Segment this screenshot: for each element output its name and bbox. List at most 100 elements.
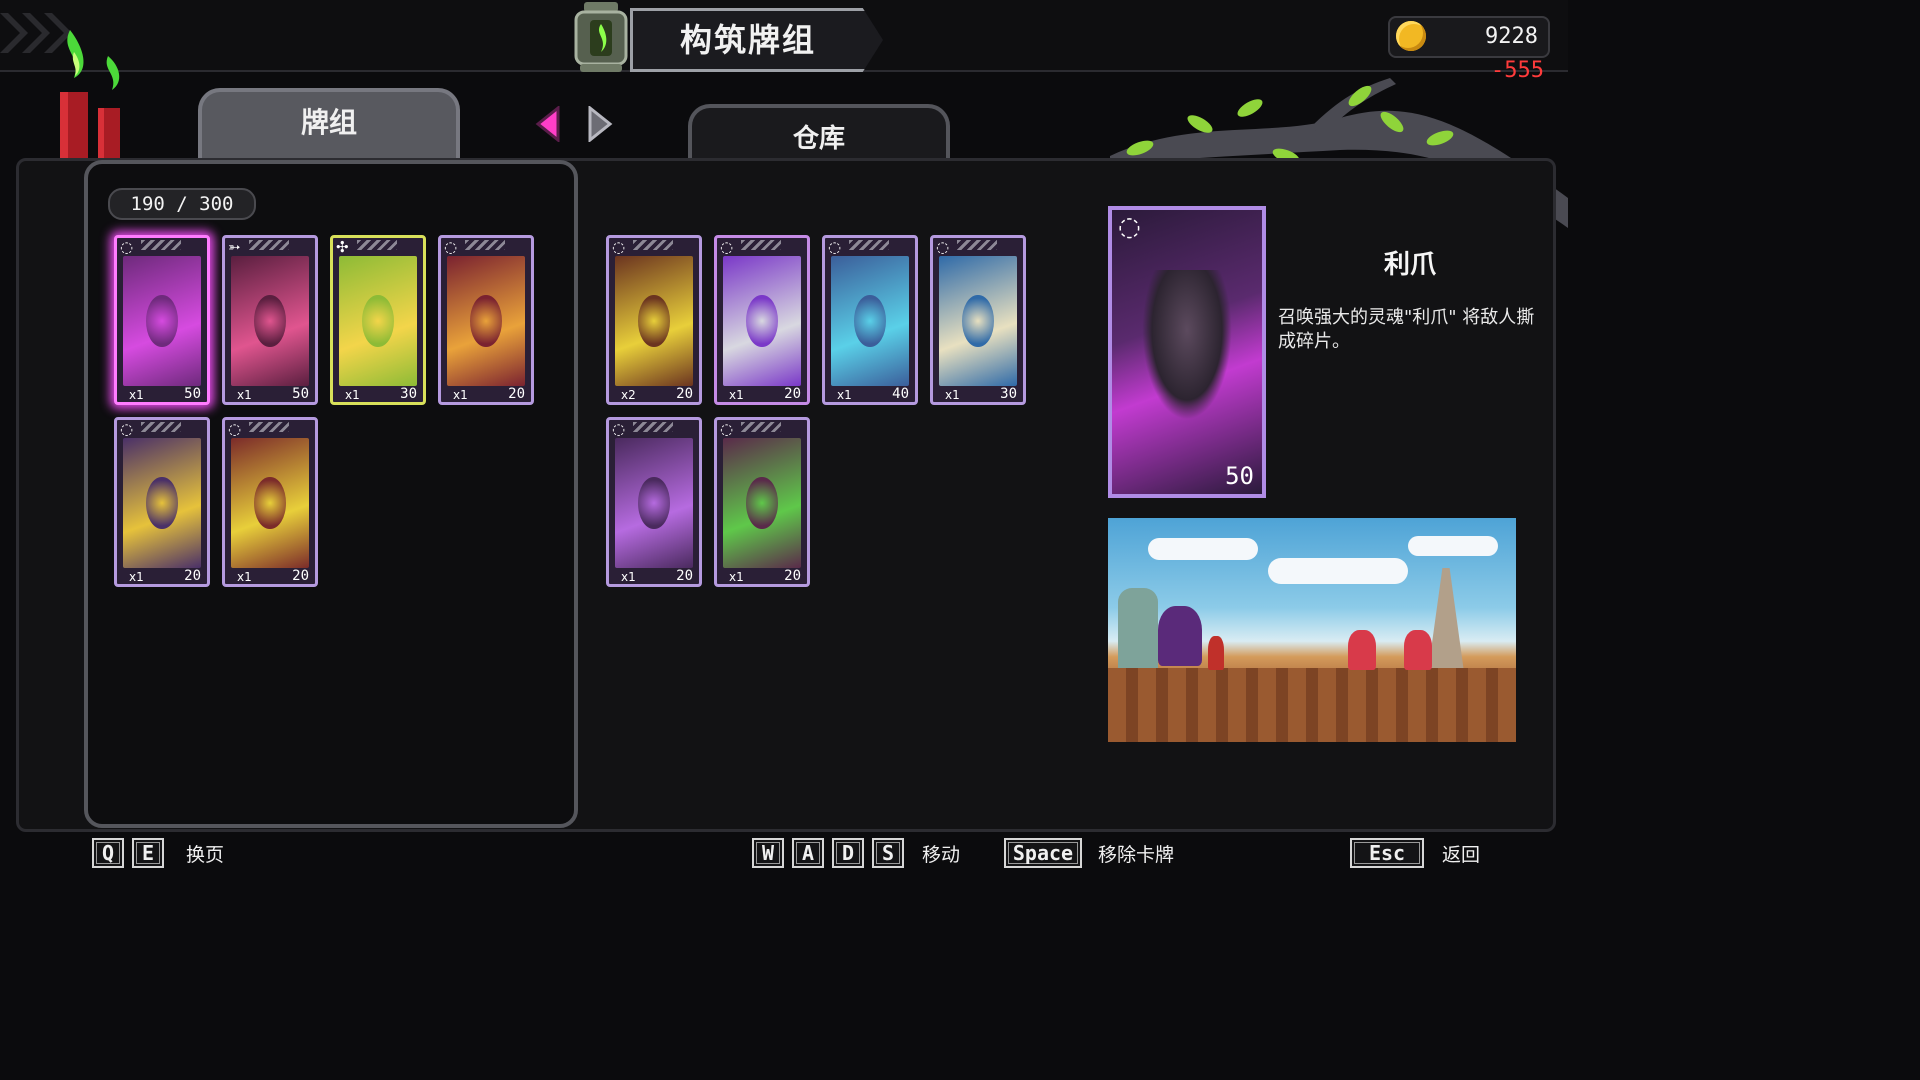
card-stripe xyxy=(357,240,397,250)
key-space[interactable]: Space xyxy=(1004,838,1082,868)
card[interactable]: ✣ x1 30 xyxy=(330,235,426,405)
card-figure xyxy=(254,295,286,347)
ability-icon: ◌ xyxy=(720,420,734,438)
card-stripe xyxy=(141,422,181,432)
card-art xyxy=(723,438,801,568)
card-art xyxy=(231,438,309,568)
ability-icon: ➳ xyxy=(228,238,241,256)
coin-icon xyxy=(1396,21,1426,51)
tab-storage[interactable]: 仓库 xyxy=(688,104,950,164)
title-banner: 构筑牌组 xyxy=(630,8,883,72)
card[interactable]: ➳ x1 50 xyxy=(222,235,318,405)
ability-icon: ◌ xyxy=(612,420,626,438)
card-art xyxy=(231,256,309,386)
card[interactable]: ◌ x2 20 xyxy=(606,235,702,405)
card[interactable]: ◌ x1 20 xyxy=(438,235,534,405)
card-stripe xyxy=(141,240,181,250)
card-quantity: x1 xyxy=(945,388,960,402)
ability-icon: ◌ xyxy=(828,238,842,256)
card[interactable]: ◌ x1 30 xyxy=(930,235,1026,405)
key-a[interactable]: A xyxy=(792,838,824,868)
card-art xyxy=(723,256,801,386)
card-stripe xyxy=(633,240,673,250)
card[interactable]: ◌ x1 50 xyxy=(114,235,210,405)
card-figure xyxy=(146,477,178,529)
card-quantity: x2 xyxy=(621,388,636,402)
card-preview-scene xyxy=(1108,518,1516,742)
ability-icon: ◌ xyxy=(1118,212,1141,242)
key-s[interactable]: S xyxy=(872,838,904,868)
card-stripe xyxy=(849,240,889,250)
card-description: 召唤强大的灵魂"利爪" 将敌人撕成碎片。 xyxy=(1278,307,1535,352)
card-stripe xyxy=(249,422,289,432)
key-w[interactable]: W xyxy=(752,838,784,868)
page-label: 换页 xyxy=(186,844,225,866)
key-esc[interactable]: Esc xyxy=(1350,838,1424,868)
card-figure xyxy=(254,477,286,529)
key-d[interactable]: D xyxy=(832,838,864,868)
card[interactable]: ◌ x1 40 xyxy=(822,235,918,405)
back-label: 返回 xyxy=(1442,844,1481,866)
card-stripe xyxy=(249,240,289,250)
card-stripe xyxy=(957,240,997,250)
card-art xyxy=(615,256,693,386)
card-cost: 20 xyxy=(784,568,801,584)
card-art xyxy=(939,256,1017,386)
controls-bar xyxy=(0,832,1568,882)
card-cost: 30 xyxy=(400,386,417,402)
detail-card: ◌ 50 xyxy=(1108,206,1266,498)
card-quantity: x1 xyxy=(621,570,636,584)
card-quantity: x1 xyxy=(837,388,852,402)
card-figure xyxy=(362,295,394,347)
currency-display: 9228 xyxy=(1388,16,1550,58)
currency-amount: 9228 xyxy=(1485,24,1538,49)
card[interactable]: ◌ x1 20 xyxy=(606,417,702,587)
card[interactable]: ◌ x1 20 xyxy=(222,417,318,587)
move-label: 移动 xyxy=(922,844,961,866)
card-cost: 20 xyxy=(292,568,309,584)
card[interactable]: ◌ x1 20 xyxy=(714,417,810,587)
card-art xyxy=(615,438,693,568)
ability-icon: ◌ xyxy=(612,238,626,256)
card-art xyxy=(123,256,201,386)
card-cost: 20 xyxy=(676,568,693,584)
tab-deck[interactable]: 牌组 xyxy=(198,88,460,164)
card-quantity: x1 xyxy=(729,570,744,584)
card-figure xyxy=(470,295,502,347)
card-figure xyxy=(746,477,778,529)
card-cost: 50 xyxy=(184,386,201,402)
card-figure xyxy=(638,477,670,529)
remove-label: 移除卡牌 xyxy=(1098,844,1175,866)
ability-icon: ◌ xyxy=(120,238,134,256)
card-quantity: x1 xyxy=(129,388,144,402)
card-figure xyxy=(746,295,778,347)
card-quantity: x1 xyxy=(129,570,144,584)
card-quantity: x1 xyxy=(345,388,360,402)
ability-icon: ✣ xyxy=(336,238,349,256)
card-stripe xyxy=(633,422,673,432)
card-stripe xyxy=(741,422,781,432)
card-stripe xyxy=(465,240,505,250)
card-art xyxy=(831,256,909,386)
card-figure xyxy=(638,295,670,347)
card[interactable]: ◌ x1 20 xyxy=(714,235,810,405)
key-q[interactable]: Q xyxy=(92,838,124,868)
card[interactable]: ◌ x1 20 xyxy=(114,417,210,587)
ability-icon: ◌ xyxy=(936,238,950,256)
card-quantity: x1 xyxy=(453,388,468,402)
card-cost: 40 xyxy=(892,386,909,402)
ability-icon: ◌ xyxy=(444,238,458,256)
card-art xyxy=(123,438,201,568)
card-figure xyxy=(854,295,886,347)
card-quantity: x1 xyxy=(237,570,252,584)
key-e[interactable]: E xyxy=(132,838,164,868)
card-cost: 20 xyxy=(676,386,693,402)
chevron-right-icon[interactable] xyxy=(586,106,614,142)
deck-capacity: 190 / 300 xyxy=(108,188,256,220)
card-cost: 30 xyxy=(1000,386,1017,402)
card-cost: 50 xyxy=(292,386,309,402)
card-art xyxy=(339,256,417,386)
chevron-left-icon[interactable] xyxy=(534,106,562,142)
card-figure xyxy=(146,295,178,347)
ability-icon: ◌ xyxy=(720,238,734,256)
